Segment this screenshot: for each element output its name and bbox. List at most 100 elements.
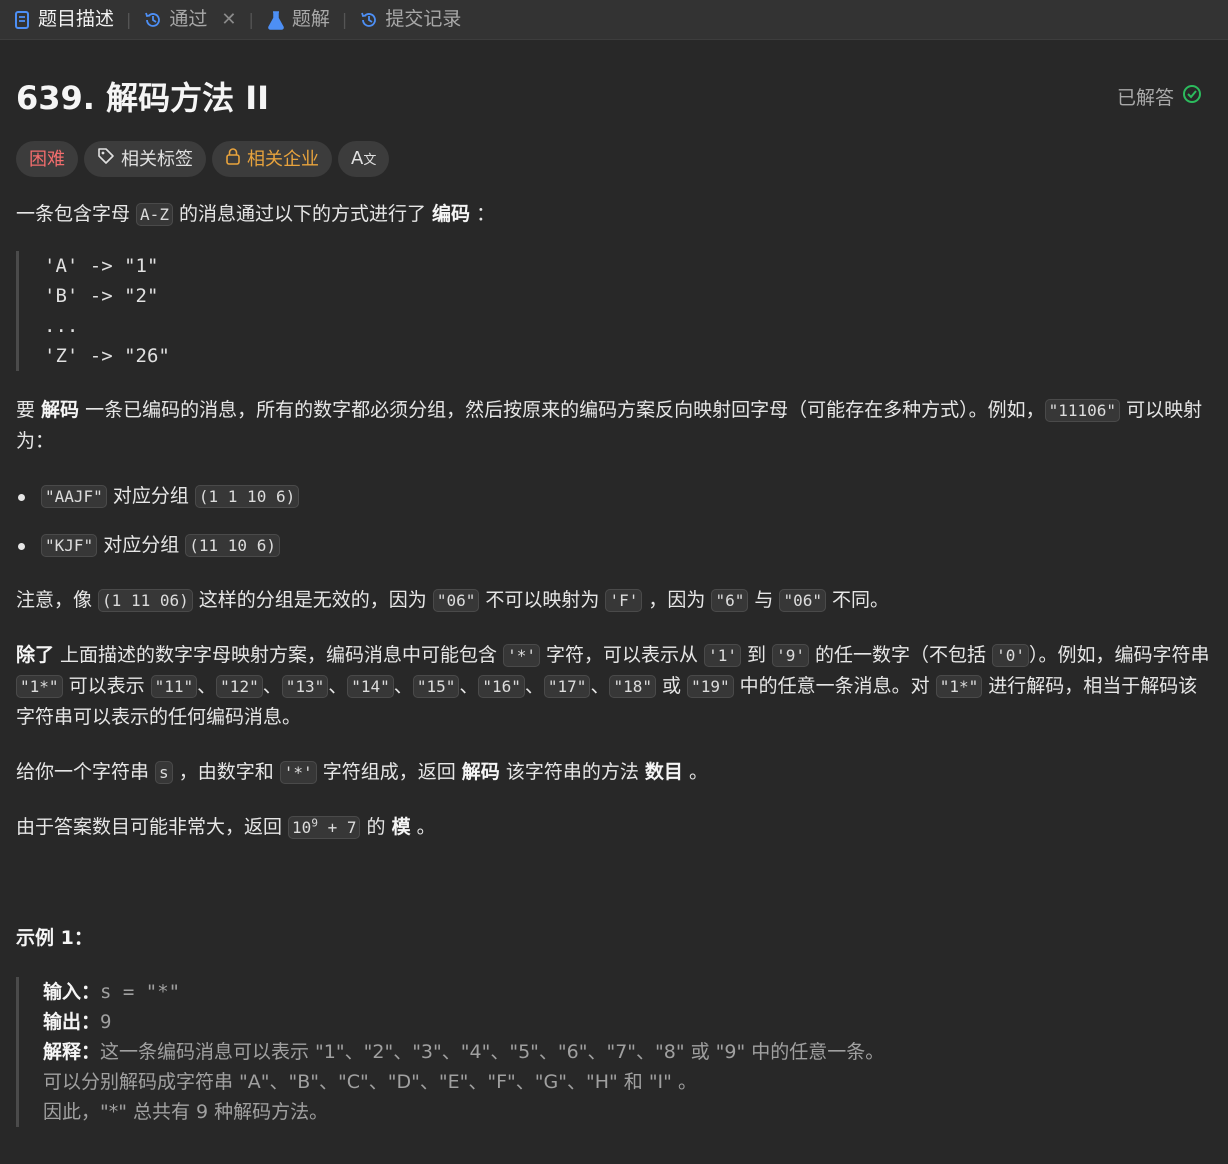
description-paragraph: 一条包含字母 A-Z 的消息通过以下的方式进行了 编码 ：: [16, 199, 1212, 230]
inline-code: "18": [609, 675, 656, 698]
page-title: 639. 解码方法 II: [16, 79, 270, 117]
translate-button[interactable]: A文: [338, 141, 390, 177]
bold-text: 数目: [644, 761, 683, 783]
inline-code: '*': [279, 761, 317, 784]
text: 对应分组: [97, 534, 186, 556]
inline-code: "KJF": [41, 534, 98, 557]
history-icon: [359, 10, 379, 30]
text: 、: [393, 675, 413, 697]
inline-code: "1*": [935, 675, 983, 698]
example-output-value: 9: [100, 1011, 112, 1033]
bold-text: 解码: [41, 399, 80, 421]
example-block: 输入：s = "*" 输出：9 解释：这一条编码消息可以表示 "1"、"2"、"…: [16, 977, 1212, 1127]
text: 该字符串的方法: [499, 761, 645, 783]
text: 中的任意一条消息。对: [733, 675, 936, 697]
translate-icon: A文: [351, 147, 377, 169]
text: 、: [590, 675, 610, 697]
inline-code: (1 11 06): [98, 589, 193, 612]
text: ，由数字和: [172, 761, 280, 783]
text: 这样的分组是无效的，因为: [192, 589, 433, 611]
description-paragraph: 注意，像 (1 11 06) 这样的分组是无效的，因为 "06" 不可以映射为 …: [16, 585, 1212, 616]
description-paragraph: 给你一个字符串 s ，由数字和 '*' 字符组成，返回 解码 该字符串的方法 数…: [16, 757, 1212, 788]
example-input-value: s = "*": [100, 981, 181, 1003]
bold-text: 编码: [432, 203, 471, 225]
list-item: "KJF" 对应分组 (11 10 6): [18, 530, 1212, 561]
text: 。: [410, 816, 436, 838]
superscript: 9: [311, 816, 318, 830]
related-tags-label: 相关标签: [121, 148, 193, 170]
text: 对应分组: [106, 485, 195, 507]
tab-passed[interactable]: 通过 ✕: [143, 4, 237, 35]
bullet-list: "AAJF" 对应分组 (1 1 10 6) "KJF" 对应分组 (11 10…: [16, 481, 1212, 561]
description-paragraph: 要 解码 一条已编码的消息，所有的数字都必须分组，然后按原来的编码方案反向映射回…: [16, 395, 1212, 457]
code-line: 'Z' -> "26": [44, 345, 170, 367]
inline-code: "17": [543, 675, 591, 698]
text: 、: [524, 675, 544, 697]
example-explain-line: 解释：这一条编码消息可以表示 "1"、"2"、"3"、"4"、"5"、"6"、"…: [43, 1037, 1212, 1067]
text: ，因为: [642, 589, 712, 611]
related-company-label: 相关企业: [247, 148, 319, 170]
text: 与: [748, 589, 780, 611]
inline-code: "19": [687, 675, 734, 698]
text: 的任一数字（不包括: [809, 644, 993, 666]
explain-text: 可以分别解码成字符串 "A"、"B"、"C"、"D"、"E"、"F"、"G"、"…: [43, 1071, 697, 1093]
inline-code: '*': [503, 644, 541, 667]
tab-bar: 题目描述 | 通过 ✕ | 题解 | 提交记录: [0, 0, 1228, 40]
problem-content: 639. 解码方法 II 已解答 困难 相关标签 相关企业 A文 一条包含字母 …: [0, 78, 1228, 1127]
inline-code: 'F': [605, 589, 643, 612]
tag-row: 困难 相关标签 相关企业 A文: [16, 141, 1212, 177]
inline-code: "12": [216, 675, 263, 698]
solved-label: 已解答: [1116, 86, 1174, 109]
check-circle-icon: [1182, 83, 1202, 114]
inline-code: "14": [347, 675, 394, 698]
text: 、: [328, 675, 348, 697]
tab-solutions[interactable]: 题解: [266, 4, 330, 35]
text: 可以表示: [62, 675, 151, 697]
bold-text: 除了: [16, 644, 55, 666]
inline-code: 109 + 7: [288, 816, 361, 839]
text: 的: [360, 816, 392, 838]
tab-divider: |: [126, 10, 132, 29]
history-icon: [143, 10, 163, 30]
lock-icon: [225, 144, 241, 175]
bold-text: 解释：: [43, 1041, 101, 1063]
tab-description[interactable]: 题目描述: [12, 4, 114, 35]
text: 。: [682, 761, 708, 783]
bold-text: 输入：: [43, 981, 101, 1003]
code-line: ...: [44, 315, 79, 337]
text: 、: [262, 675, 282, 697]
inline-code: s: [155, 761, 173, 784]
text: 或: [655, 675, 688, 697]
inline-code: "13": [281, 675, 329, 698]
text: 要: [16, 399, 42, 421]
inline-code: '1': [704, 644, 742, 667]
text: 到: [741, 644, 773, 666]
bold-text: 解码: [461, 761, 500, 783]
code-line: 'B' -> "2": [44, 285, 159, 307]
text: 、: [459, 675, 479, 697]
bold-text: 输出：: [43, 1011, 101, 1033]
tab-label: 提交记录: [385, 8, 462, 30]
text: + 7: [317, 818, 357, 837]
inline-code: "11": [150, 675, 198, 698]
tab-label: 题目描述: [38, 8, 115, 30]
tab-submissions[interactable]: 提交记录: [359, 4, 461, 35]
related-company-button[interactable]: 相关企业: [212, 141, 332, 177]
inline-code: "16": [478, 675, 525, 698]
text: 、: [197, 675, 217, 697]
inline-code: "1*": [16, 675, 63, 698]
close-icon[interactable]: ✕: [221, 4, 236, 35]
text: 字符组成，返回: [316, 761, 462, 783]
explain-text: 这一条编码消息可以表示 "1"、"2"、"3"、"4"、"5"、"6"、"7"、…: [100, 1041, 885, 1063]
tab-label: 通过: [169, 8, 208, 30]
text: 由于答案数目可能非常大，返回: [16, 816, 289, 838]
tag-icon: [97, 144, 115, 175]
text: 上面描述的数字字母映射方案，编码消息中可能包含: [54, 644, 504, 666]
text: 不同。: [826, 589, 890, 611]
text: ）。例如，编码字符串: [1029, 644, 1210, 666]
related-tags-button[interactable]: 相关标签: [84, 141, 206, 177]
bold-text: 示例 1：: [16, 927, 93, 949]
example-title: 示例 1：: [16, 923, 1212, 954]
solved-status: 已解答: [1117, 83, 1202, 114]
bold-text: 模: [391, 816, 411, 838]
